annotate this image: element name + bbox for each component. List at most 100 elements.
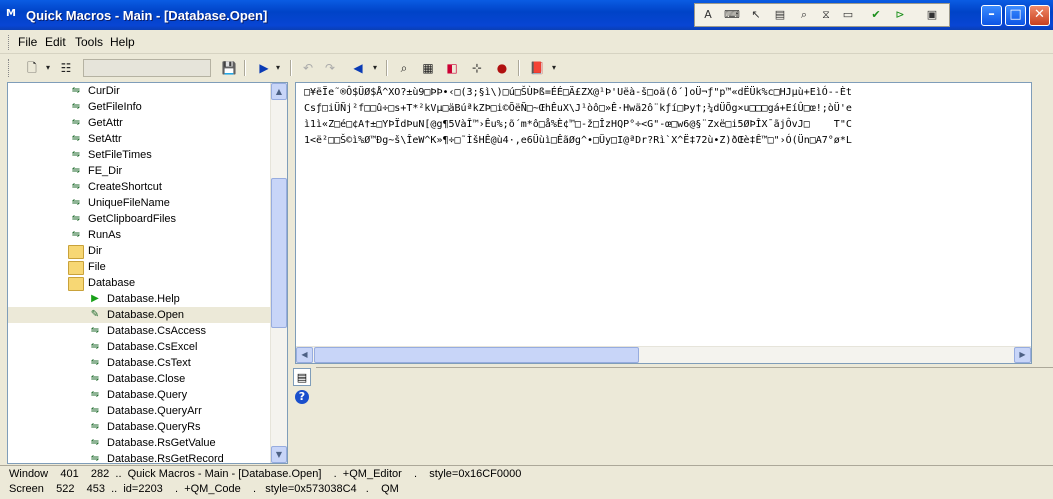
record-icon[interactable]: ●	[492, 59, 512, 77]
function-icon: ⇋	[71, 229, 81, 241]
check-icon[interactable]: ✔	[867, 7, 885, 23]
menu-help[interactable]: Help	[110, 35, 135, 49]
window-icon[interactable]: ▤	[771, 7, 789, 23]
toolbar-separator	[386, 60, 388, 76]
function-icon: ⇋	[90, 437, 100, 449]
help-icon[interactable]: ?	[295, 390, 309, 404]
menu-tools[interactable]: Tools	[75, 35, 103, 49]
code-editor[interactable]: □¥ëÏe˜®Ô$ÜØ$Å^XO?±ù9□ÞÞ•‹□(3;§ì\)□ú□ŠÙÞß…	[295, 82, 1032, 364]
scroll-thumb[interactable]	[314, 347, 639, 363]
tree-item-label: SetFileTimes	[88, 149, 152, 161]
tree-item-label: Database.Open	[107, 309, 185, 321]
help-dropdown-icon[interactable]: ▾	[544, 59, 564, 77]
tree-item[interactable]: ⇋ FE_Dir	[68, 163, 122, 179]
tree-item[interactable]: ▶ Database.Help	[87, 291, 180, 307]
scroll-left-arrow-icon[interactable]: ◀	[296, 347, 313, 363]
dialog-editor-icon[interactable]: ▦	[418, 59, 438, 77]
maximize-button[interactable]: □	[1005, 5, 1026, 26]
find-icon[interactable]: ⌕	[795, 7, 813, 23]
run-dropdown-icon[interactable]: ▾	[268, 59, 288, 77]
tree-item-label: CreateShortcut	[88, 181, 162, 193]
function-icon: ⇋	[90, 389, 100, 401]
main-toolbar: 🗋 ▾ ☷ 💾 ▶ ▾ ↶ ↷ ◀ ▾ ⌕ ▦ ◧ ⊹ ● 📕 ▾	[0, 55, 1053, 81]
tree-item-label: UniqueFileName	[88, 197, 170, 209]
tree-item-label: Database.RsGetRecord	[107, 453, 224, 464]
tree-item[interactable]: ⇋ CreateShortcut	[68, 179, 162, 195]
toolbar-grip[interactable]	[8, 59, 11, 77]
scroll-up-arrow-icon[interactable]: ▲	[271, 83, 287, 100]
file-tree[interactable]: ⇋ CurDir ⇋ GetFileInfo ⇋ GetAttr ⇋ SetAttr ⇋…	[7, 82, 288, 464]
app-icon: M	[6, 8, 16, 19]
scroll-right-arrow-icon[interactable]: ▶	[1014, 347, 1031, 363]
keyboard-icon[interactable]: ⌨	[723, 7, 741, 23]
menu-grip[interactable]	[8, 35, 11, 50]
menu-file[interactable]: File	[18, 35, 37, 49]
keyboard-text-icon[interactable]: A	[699, 7, 717, 23]
function-icon: ⇋	[90, 405, 100, 417]
save-icon[interactable]: 💾	[219, 59, 239, 77]
tree-item[interactable]: ⇋ Database.CsExcel	[87, 339, 198, 355]
quick-macros-floating-toolbar: A ⌨ ↖ ▤ ⌕ ⧖ ▭ ✔ ⊳ ▣	[694, 3, 950, 27]
tree-item-label: RunAs	[88, 229, 122, 241]
output-tab-icon[interactable]: ▤	[293, 368, 311, 386]
tree-item-label: GetAttr	[88, 117, 123, 129]
tree-item[interactable]: ⇋ Database.RsGetRecord	[87, 451, 224, 464]
properties-icon[interactable]: ☷	[56, 59, 76, 77]
tree-folder[interactable]: File	[68, 259, 106, 275]
find-icon[interactable]: ⌕	[394, 59, 414, 77]
function-icon: ⇋	[71, 85, 81, 97]
toolbar-editor-icon[interactable]: ⊹	[467, 59, 487, 77]
tree-item[interactable]: ⇋ SetFileTimes	[68, 147, 152, 163]
tree-item[interactable]: ⇋ Database.Close	[87, 371, 185, 387]
tree-folder[interactable]: Database	[68, 275, 135, 291]
function-icon: ⇋	[90, 341, 100, 353]
title-bar[interactable]: M Quick Macros - Main - [Database.Open] …	[0, 0, 1053, 30]
hourglass-icon[interactable]: ⧖	[817, 7, 835, 23]
back-dropdown-icon[interactable]: ▾	[365, 59, 385, 77]
scroll-thumb[interactable]	[271, 178, 287, 328]
menu-bar: File Edit Tools Help	[0, 30, 1053, 54]
dialog-icon[interactable]: ▭	[839, 7, 857, 23]
editor-horizontal-scrollbar[interactable]: ◀ ▶	[296, 346, 1031, 363]
scroll-down-arrow-icon[interactable]: ▼	[271, 446, 287, 463]
colors-icon[interactable]: ◧	[442, 59, 462, 77]
function-icon: ⇋	[71, 181, 81, 193]
tree-item[interactable]: ⇋ Database.CsAccess	[87, 323, 206, 339]
output-pane[interactable]	[316, 367, 1053, 464]
tree-vertical-scrollbar[interactable]: ▲ ▼	[270, 83, 287, 463]
debug-icon[interactable]: ⊳	[891, 7, 909, 23]
tree-item-label: FE_Dir	[88, 165, 123, 177]
function-icon: ⇋	[90, 373, 100, 385]
tree-item[interactable]: ⇋ Database.QueryArr	[87, 403, 202, 419]
tree-item[interactable]: ⇋ Database.Query	[87, 387, 187, 403]
tree-item-label: Database.Close	[107, 373, 186, 385]
tree-folder[interactable]: Dir	[68, 243, 102, 259]
new-dropdown-icon[interactable]: ▾	[38, 59, 58, 77]
function-icon: ⇋	[71, 197, 81, 209]
mouse-icon[interactable]: ↖	[747, 7, 765, 23]
tree-item[interactable]: ⇋ GetAttr	[68, 115, 123, 131]
tree-item[interactable]: ⇋ SetAttr	[68, 131, 122, 147]
tree-item-label: Database.CsText	[107, 357, 191, 369]
tree-item[interactable]: ⇋ Database.RsGetValue	[87, 435, 216, 451]
function-icon: ⇋	[90, 357, 100, 369]
tree-item[interactable]: ⇋ Database.CsText	[87, 355, 191, 371]
window-select-icon[interactable]: ▣	[923, 7, 941, 23]
tree-item[interactable]: ⇋ GetFileInfo	[68, 99, 142, 115]
tree-item-label: Database.Help	[107, 293, 180, 305]
tree-item[interactable]: ⇋ CurDir	[68, 83, 120, 99]
tree-item[interactable]: ⇋ GetClipboardFiles	[68, 211, 176, 227]
undo-icon[interactable]: ↶	[298, 59, 318, 77]
redo-icon[interactable]: ↷	[320, 59, 340, 77]
menu-edit[interactable]: Edit	[45, 35, 66, 49]
tree-item-selected[interactable]: ✎ Database.Open	[8, 307, 272, 323]
tree-item-label: File	[88, 261, 106, 273]
minimize-button[interactable]: –	[981, 5, 1002, 26]
tree-item[interactable]: ⇋ UniqueFileName	[68, 195, 170, 211]
tree-item[interactable]: ⇋ RunAs	[68, 227, 121, 243]
tree-item-label: Database.CsExcel	[107, 341, 198, 353]
item-combobox[interactable]	[83, 59, 211, 77]
status-bar: Window 401 282 .. Quick Macros - Main - …	[0, 465, 1053, 499]
tree-item[interactable]: ⇋ Database.QueryRs	[87, 419, 201, 435]
close-button[interactable]: ✕	[1029, 5, 1050, 26]
